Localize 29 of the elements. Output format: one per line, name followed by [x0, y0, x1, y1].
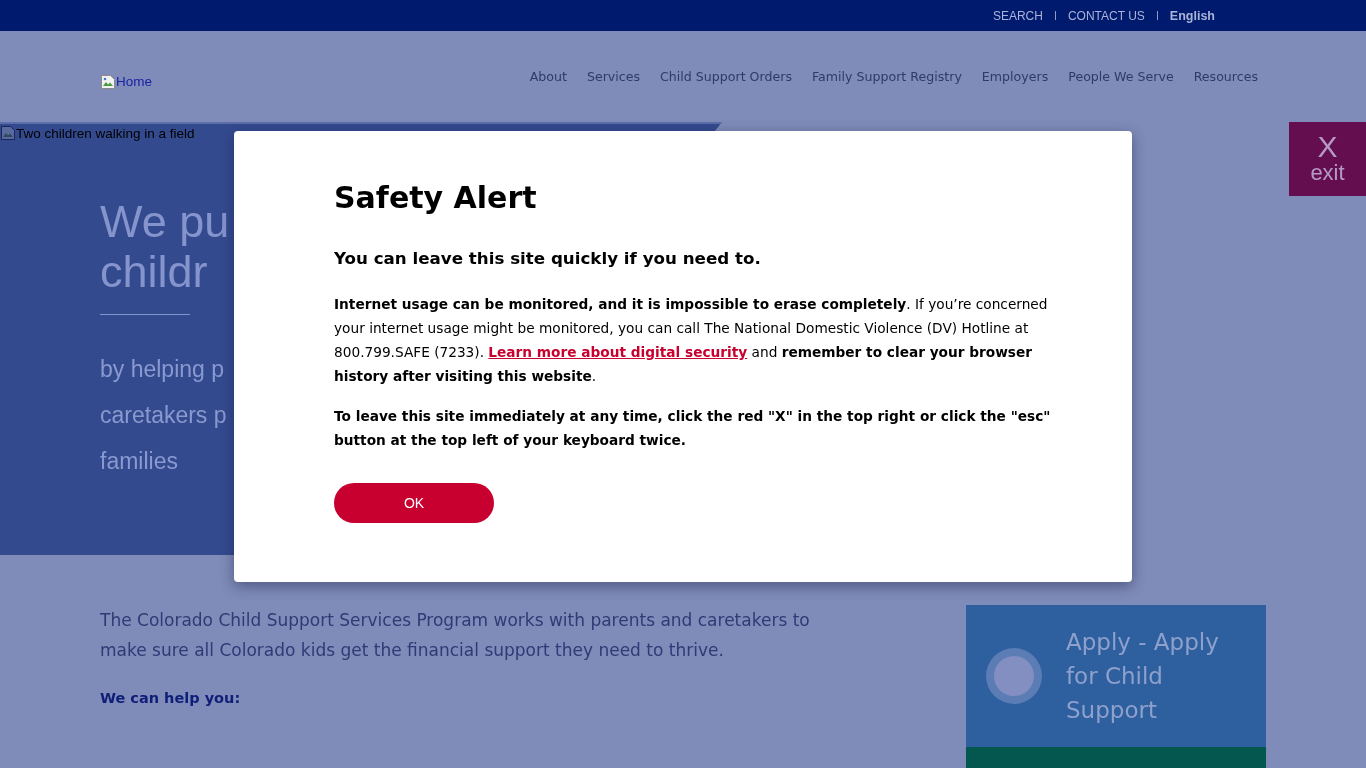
nav-link[interactable]: Family Support Registry — [812, 69, 962, 84]
nav-link[interactable]: Resources — [1193, 69, 1258, 84]
hero-subtext: by helping p — [100, 355, 225, 384]
utility-link[interactable]: SEARCH — [992, 8, 1043, 23]
nav-link[interactable]: Employers — [981, 69, 1049, 84]
broken-image-icon — [100, 73, 116, 90]
exit-instructions: To leave this site immediately at any time, click the red "X" in the top right or click the "esc" button at the top left of your keyboard twice. — [334, 407, 1052, 450]
ok-button[interactable]: OK — [334, 483, 494, 523]
intro-text: The Colorado Child Support Services Program works with parents and caretakers to make sure all Colorado kids get the financial support they need to thrive. — [100, 609, 811, 662]
utility-link[interactable]: English — [1169, 8, 1215, 23]
circle-icon — [986, 648, 1042, 704]
hero-heading: We pu — [100, 197, 230, 247]
dialog-subtitle: You can leave this site quickly if you need to. — [334, 247, 762, 270]
nav-link[interactable]: About — [529, 69, 567, 84]
exit-button[interactable]: X exit — [1289, 122, 1366, 196]
hero-subtext: families — [100, 447, 178, 476]
hero-subtext: caretakers p — [100, 401, 227, 430]
safety-message: Internet usage can be monitored, and it is impossible to erase completely. If you’re concerned your internet usage might be monitored, you can call The National Domestic Violence (DV) Hotline at 800.799.SAFE (7233). Learn more about digital security and remember to clear your browser history after visiting this website. — [334, 295, 1049, 386]
apply-card[interactable]: Apply - Apply for Child Support — [966, 605, 1266, 747]
home-link[interactable]: Home — [100, 73, 152, 90]
digital-security-link[interactable]: Learn more about digital security — [488, 344, 748, 360]
nav-link[interactable]: Services — [586, 69, 641, 84]
utility-link[interactable]: CONTACT US — [1067, 8, 1145, 23]
nav-link[interactable]: People We Serve — [1068, 69, 1174, 84]
nav-link[interactable]: Child Support Orders — [660, 69, 792, 84]
dialog-title: Safety Alert — [334, 179, 538, 217]
hero-heading: childr — [100, 247, 208, 297]
image-alt-text: Two children walking in a field — [16, 125, 195, 141]
section-subheading: We can help you: — [100, 689, 241, 708]
